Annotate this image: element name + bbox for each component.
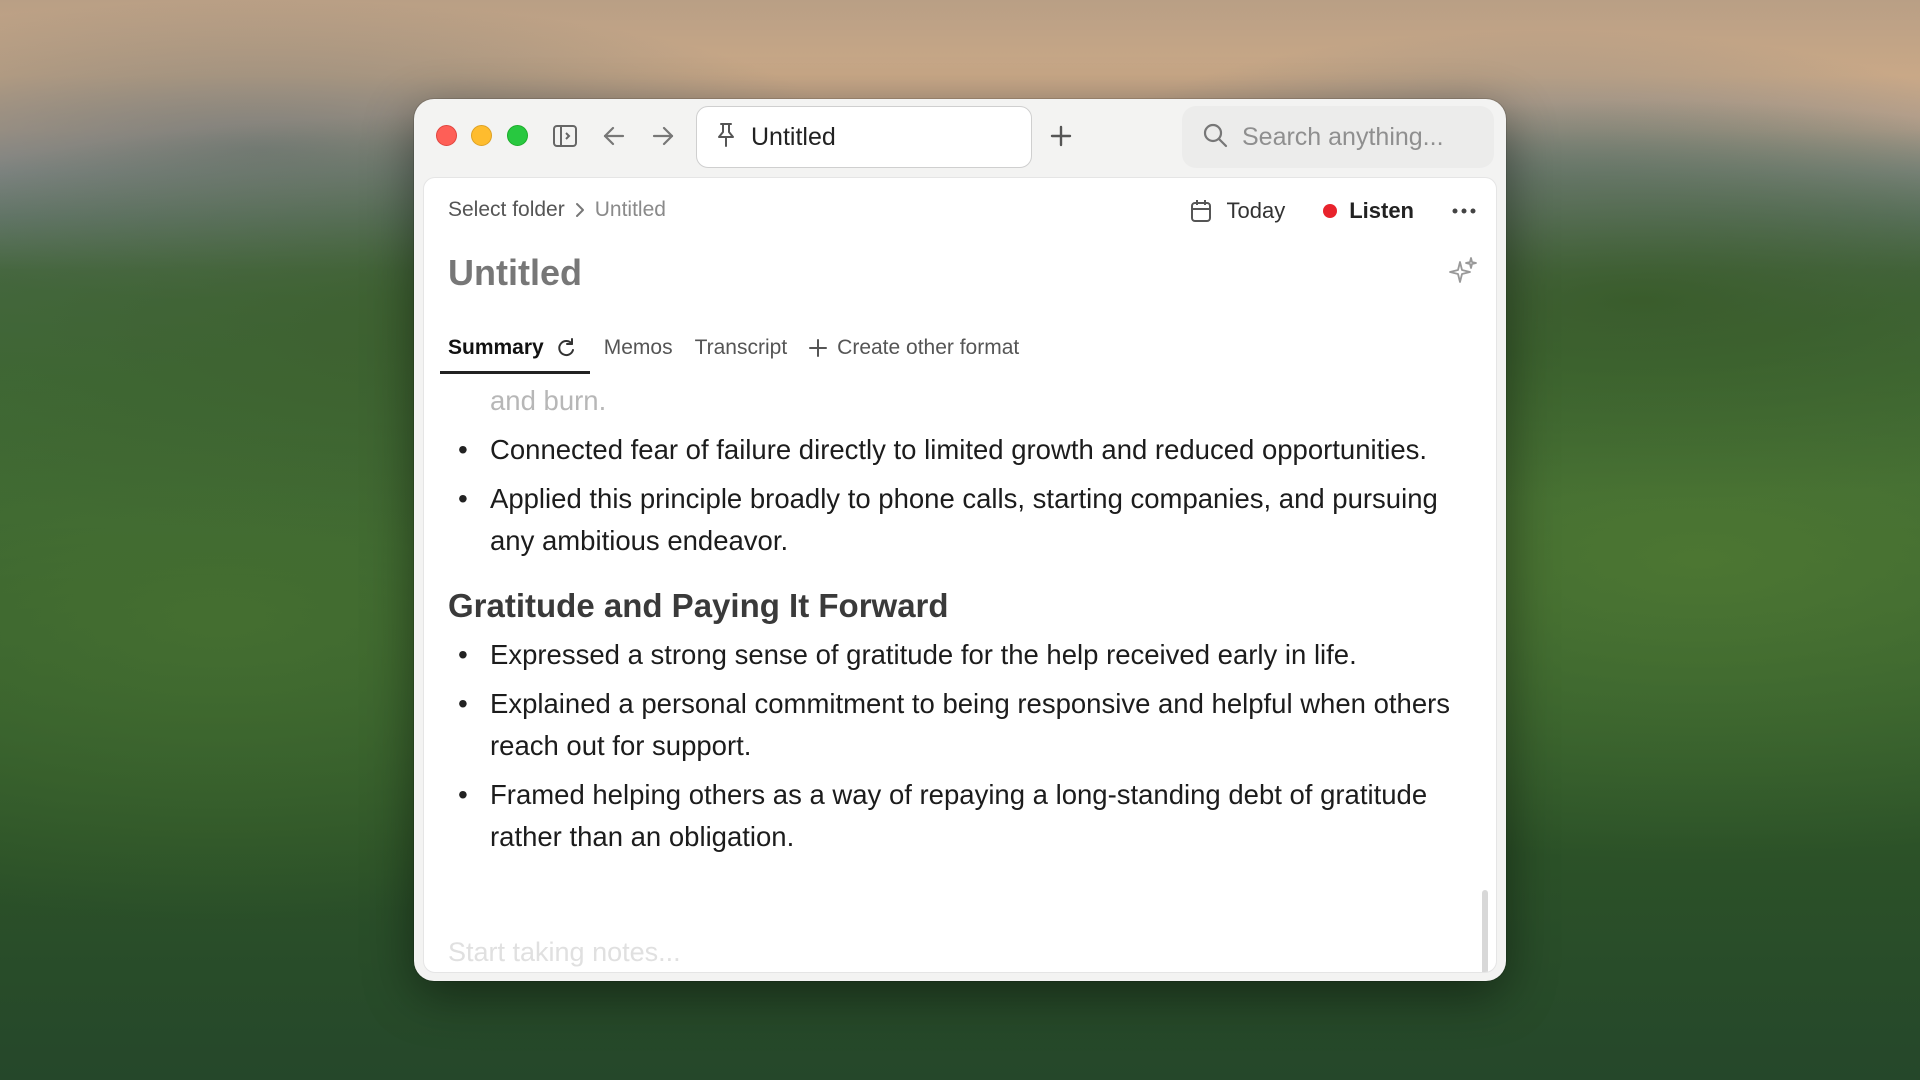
sidebar-toggle-icon[interactable] [550, 121, 580, 151]
list-item: Expressed a strong sense of gratitude fo… [448, 634, 1460, 676]
tab-memos[interactable]: Memos [596, 326, 681, 374]
search-icon [1202, 122, 1228, 153]
title-bar: Untitled [414, 99, 1506, 177]
today-label: Today [1226, 198, 1286, 223]
tab-transcript[interactable]: Transcript [687, 326, 796, 374]
calendar-icon [1191, 200, 1212, 222]
close-window-button[interactable] [436, 125, 457, 146]
tab-title: Untitled [751, 122, 836, 151]
format-tabs: Summary Memos Transcript Create other fo… [440, 326, 1476, 376]
scrollbar[interactable] [1482, 890, 1488, 972]
search-input[interactable] [1242, 122, 1482, 152]
create-other-format-label: Create other format [837, 336, 1020, 359]
today-button[interactable]: Today [1190, 198, 1285, 224]
refresh-icon [558, 338, 574, 357]
breadcrumb-select-folder[interactable]: Select folder [448, 198, 565, 222]
plus-icon [809, 339, 828, 357]
section-heading: Gratitude and Paying It Forward [448, 587, 949, 624]
list-item: Explained a personal commitment to being… [448, 683, 1460, 767]
note-title[interactable]: Untitled [448, 252, 582, 294]
note-panel: Select folder Untitled Today Listen Unti… [423, 177, 1497, 973]
tab-summary[interactable]: Summary [440, 326, 590, 374]
pin-icon[interactable] [715, 122, 737, 153]
zoom-window-button[interactable] [507, 125, 528, 146]
faded-text-line: and burn. [490, 385, 607, 416]
list-item: Connected fear of failure directly to li… [448, 429, 1460, 471]
sparkle-icon[interactable] [1448, 256, 1478, 291]
record-dot-icon [1323, 204, 1338, 218]
bullet-list-top: Connected fear of failure directly to li… [448, 429, 1460, 562]
list-item: Framed helping others as a way of repayi… [448, 774, 1460, 858]
plus-icon[interactable] [1044, 119, 1078, 153]
arrow-left-icon[interactable] [599, 121, 629, 151]
search-box[interactable] [1182, 106, 1494, 168]
note-tab[interactable]: Untitled [696, 106, 1032, 168]
breadcrumb: Select folder Untitled [448, 198, 666, 222]
list-item: Applied this principle broadly to phone … [448, 478, 1460, 562]
listen-button[interactable]: Listen [1323, 198, 1414, 224]
breadcrumb-current: Untitled [594, 198, 666, 221]
tab-summary-label: Summary [448, 336, 544, 359]
create-other-format-button[interactable]: Create other format [801, 326, 1027, 374]
tab-transcript-label: Transcript [694, 336, 788, 359]
bullet-list-section: Expressed a strong sense of gratitude fo… [448, 634, 1460, 858]
arrow-right-icon[interactable] [648, 121, 678, 151]
more-icon[interactable] [1452, 208, 1476, 214]
notes-input-placeholder[interactable]: Start taking notes... [448, 937, 681, 968]
header-actions: Today Listen [1190, 192, 1476, 230]
chevron-right-icon [575, 202, 585, 218]
app-window: Untitled Select folder Untitled [414, 99, 1506, 981]
summary-document[interactable]: and burn. Connected fear of failure dire… [448, 376, 1460, 972]
minimize-window-button[interactable] [471, 125, 492, 146]
listen-label: Listen [1349, 198, 1414, 223]
tab-memos-label: Memos [603, 336, 673, 359]
